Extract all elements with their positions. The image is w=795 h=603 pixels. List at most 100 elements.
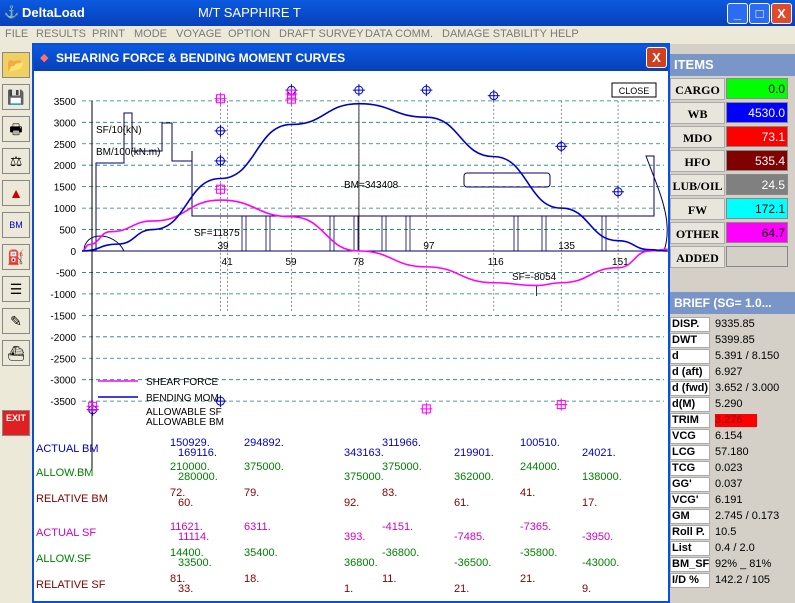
- table-cell: -3950.: [582, 531, 614, 543]
- brief-label: d (aft): [670, 365, 710, 380]
- menu-option[interactable]: OPTION: [228, 28, 270, 40]
- bulkhead: [329, 215, 335, 252]
- menu-data-comm[interactable]: DATA COMM.: [365, 28, 433, 40]
- brief-value: 9335.85: [715, 318, 755, 330]
- y-tick-label: 2000: [54, 161, 77, 172]
- item-value-added[interactable]: [726, 246, 788, 267]
- brief-value: 0.037: [715, 478, 743, 490]
- exit-button[interactable]: EXIT: [2, 410, 30, 436]
- table-cell: -7365.: [520, 521, 552, 533]
- menu-results[interactable]: RESULTS: [36, 28, 86, 40]
- y-tick-label: -3000: [50, 376, 76, 387]
- print-icon[interactable]: 🖶: [2, 116, 30, 142]
- item-label-hfo: HFO: [670, 150, 725, 172]
- table-cell: 6311.: [244, 521, 271, 533]
- sf-max-annotation: SF=11875: [194, 228, 240, 239]
- table-cell: 33.: [178, 583, 194, 595]
- menu-file[interactable]: FILE: [5, 28, 28, 40]
- table-cell: 83.: [382, 487, 398, 499]
- item-value-luboil[interactable]: 24.5: [726, 174, 788, 195]
- item-value-cargo[interactable]: 0.0: [726, 78, 788, 99]
- brief-label: I/D %: [670, 573, 710, 588]
- table-cell: 138000.: [582, 471, 622, 483]
- brief-label: TRIM: [670, 413, 710, 428]
- menu-mode[interactable]: MODE: [134, 28, 167, 40]
- vessel-name: M/T SAPPHIRE T: [198, 5, 301, 20]
- y-tick-label: 0: [70, 247, 76, 258]
- brief-label: GM: [670, 509, 710, 524]
- table-cell: 21.: [520, 573, 536, 585]
- tank-icon[interactable]: ⛽: [2, 244, 30, 270]
- table-cell: 1.: [344, 583, 354, 595]
- item-label-wb: WB: [670, 102, 725, 124]
- menu-bar: FILE RESULTS PRINT MODE VOYAGE OPTION DR…: [0, 26, 795, 44]
- y-tick-label: -2000: [50, 333, 76, 344]
- bm-max-annotation: BM=343408: [344, 180, 399, 191]
- brief-panel: BRIEF (SG= 1.0... DISP. 9335.85 DWT 5399.85…: [668, 292, 795, 603]
- sf-min-annotation: SF=-8054: [512, 272, 557, 283]
- table-row-label: ALLOW.SF: [36, 553, 92, 565]
- item-value-fw[interactable]: 172.1: [726, 198, 788, 219]
- table-cell: 36800.: [344, 557, 378, 569]
- brief-label: d (fwd): [670, 381, 710, 396]
- menu-draft-survey[interactable]: DRAFT SURVEY: [279, 28, 364, 40]
- dialog-close-button[interactable]: X: [646, 47, 667, 68]
- y-tick-label: 3500: [54, 97, 77, 108]
- close-window-button[interactable]: X: [771, 3, 792, 24]
- stability-icon[interactable]: ⚖: [2, 148, 30, 174]
- brief-label: d(M): [670, 397, 710, 412]
- frame-label-top: 39: [217, 241, 229, 252]
- item-value-hfo[interactable]: 535.4: [726, 150, 788, 171]
- brief-value: 3.652 / 3.000: [715, 382, 780, 394]
- item-value-wb[interactable]: 4530.0: [726, 102, 788, 123]
- menu-help[interactable]: HELP: [550, 28, 579, 40]
- edit-pencil-icon[interactable]: ✎: [2, 308, 30, 334]
- legend-label: ALLOWABLE BM: [146, 417, 224, 428]
- maximize-button[interactable]: □: [749, 3, 770, 24]
- bending-moment-icon[interactable]: BM: [2, 212, 30, 238]
- brief-label: List: [670, 541, 710, 556]
- minimize-button[interactable]: _: [727, 3, 748, 24]
- table-cell: 294892.: [244, 437, 284, 449]
- accommodation-block: [463, 172, 551, 188]
- frame-label-bottom: 41: [222, 257, 234, 268]
- brief-value: 6.191: [715, 494, 743, 506]
- save-icon[interactable]: 💾: [2, 84, 30, 110]
- app-title: DeltaLoad: [22, 5, 85, 20]
- list-icon[interactable]: ☰: [2, 276, 30, 302]
- table-row-label: ALLOW.BM: [36, 467, 94, 479]
- brief-value: 3.276: [715, 414, 757, 427]
- menu-print[interactable]: PRINT: [92, 28, 125, 40]
- brief-value: 6.927: [715, 366, 743, 378]
- item-value-mdo[interactable]: 73.1: [726, 126, 788, 147]
- brief-value: 142.2 / 105: [715, 574, 771, 586]
- y-tick-label: 500: [59, 226, 76, 237]
- menu-damage-stability[interactable]: DAMAGE STABILITY: [442, 28, 547, 40]
- table-cell: 60.: [178, 497, 194, 509]
- table-cell: 24021.: [582, 447, 616, 459]
- frame-label-top: 97: [423, 241, 435, 252]
- table-cell: 311966.: [382, 437, 421, 449]
- brief-label: TCG: [670, 461, 710, 476]
- table-cell: 33500.: [178, 557, 212, 569]
- brief-value: 5.290: [715, 398, 743, 410]
- table-cell: 17.: [582, 497, 598, 509]
- table-cell: 244000.: [520, 461, 560, 473]
- table-row-label: ACTUAL BM: [36, 443, 99, 455]
- bulkhead: [265, 215, 271, 252]
- bulkhead: [405, 215, 411, 252]
- dialog-icon: ◆: [40, 52, 49, 64]
- brief-value: 2.745 / 0.173: [715, 510, 780, 522]
- brief-label: VCG: [670, 429, 710, 444]
- bending-moment-curve: [81, 102, 668, 252]
- table-cell: -36800.: [382, 547, 420, 559]
- table-cell: 9.: [582, 583, 592, 595]
- cargo-icon[interactable]: ▲: [2, 180, 30, 206]
- menu-voyage[interactable]: VOYAGE: [176, 28, 222, 40]
- open-folder-icon[interactable]: 📂: [2, 52, 30, 78]
- item-value-other[interactable]: 64.7: [726, 222, 788, 243]
- brief-value: 5399.85: [715, 334, 755, 346]
- table-cell: 280000.: [178, 471, 218, 483]
- table-cell: 61.: [454, 497, 470, 509]
- ship-view-icon[interactable]: ⛴: [2, 340, 30, 366]
